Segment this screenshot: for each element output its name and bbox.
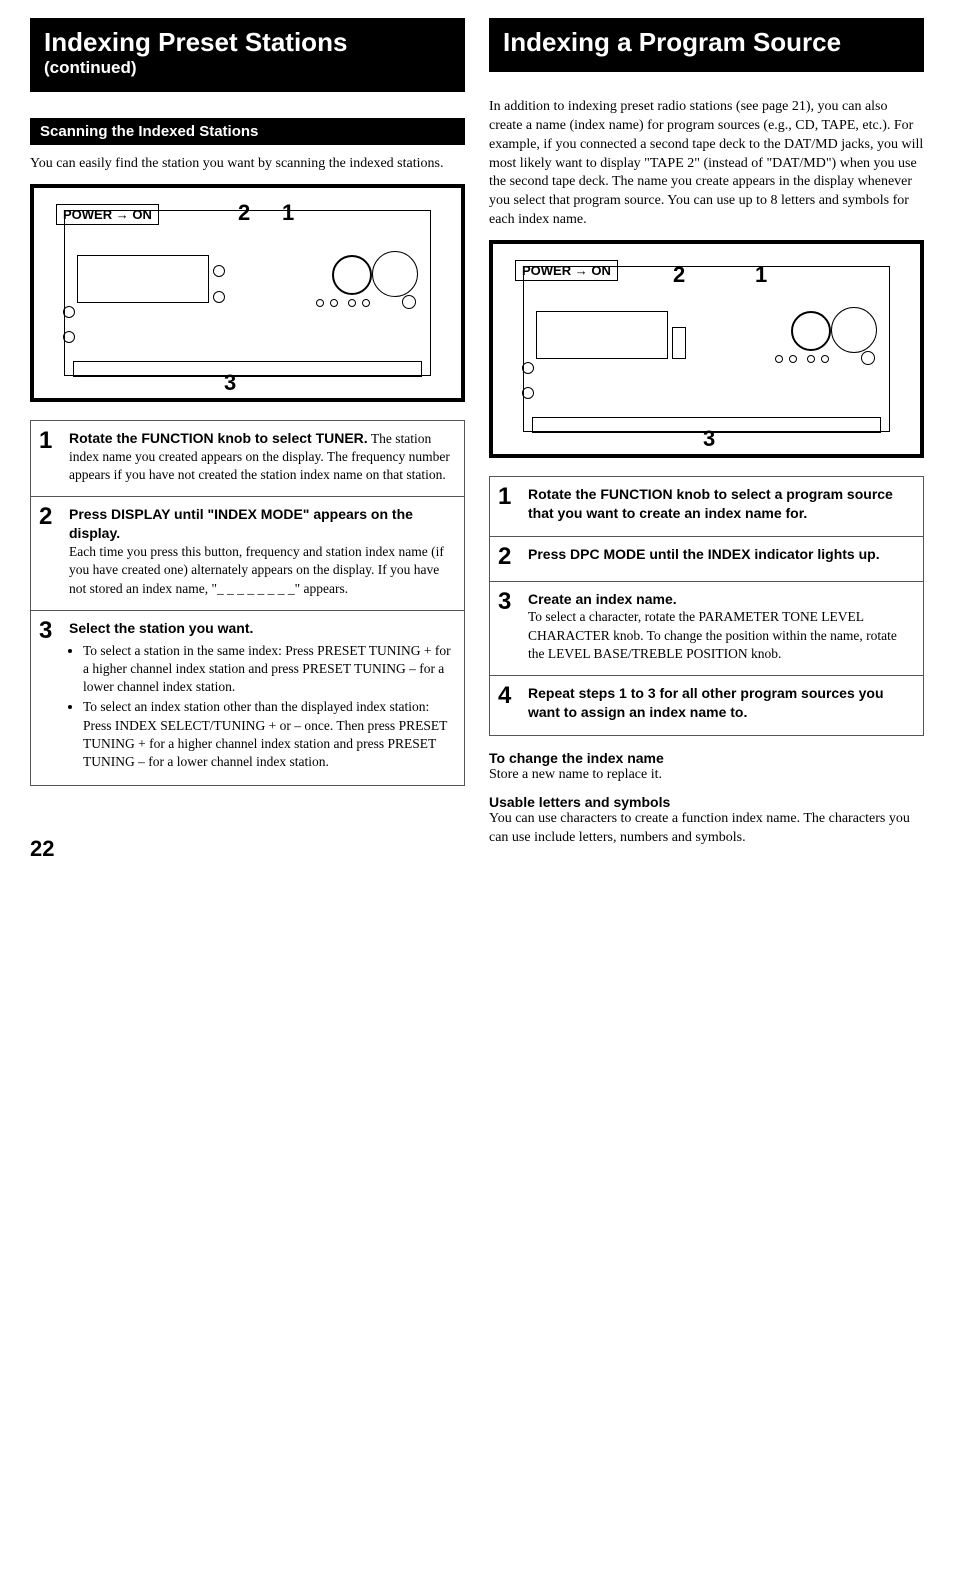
left-step-1: 1 Rotate the FUNCTION knob to select TUN… (30, 420, 465, 498)
receiver-outline (523, 266, 890, 432)
step-number: 2 (498, 545, 518, 569)
step-body: Rotate the FUNCTION knob to select TUNER… (69, 429, 456, 485)
step-lead: Press DPC MODE until the INDEX indicator… (528, 546, 880, 562)
step-number: 1 (498, 485, 518, 523)
note-usable-head: Usable letters and symbols (489, 794, 924, 810)
function-knob-icon (791, 311, 831, 351)
left-steps: 1 Rotate the FUNCTION knob to select TUN… (30, 420, 465, 787)
button-row (73, 361, 422, 377)
knob-icon (522, 387, 534, 399)
step-number: 1 (39, 429, 59, 485)
left-diagram: POWER → ON 2 1 3 (30, 184, 465, 402)
left-step-3: 3 Select the station you want. To select… (30, 611, 465, 786)
dot-icon (362, 299, 370, 307)
step-body: Rotate the FUNCTION knob to select a pro… (528, 485, 915, 523)
right-title-block: Indexing a Program Source (489, 18, 924, 72)
left-subtitle: (continued) (44, 58, 451, 78)
volume-knob-icon (372, 251, 418, 297)
dot-icon (775, 355, 783, 363)
callout-1: 1 (282, 200, 294, 226)
left-intro: You can easily find the station you want… (30, 155, 465, 174)
dot-icon (807, 355, 815, 363)
right-step-1: 1 Rotate the FUNCTION knob to select a p… (489, 476, 924, 536)
knob-icon (402, 295, 416, 309)
right-step-4: 4 Repeat steps 1 to 3 for all other prog… (489, 676, 924, 735)
knob-icon (522, 362, 534, 374)
step-lead: Press DISPLAY until "INDEX MODE" appears… (69, 505, 456, 543)
knob-icon (63, 331, 75, 343)
dot-icon (316, 299, 324, 307)
step-text: Each time you press this button, frequen… (69, 543, 456, 598)
left-step-2: 2 Press DISPLAY until "INDEX MODE" appea… (30, 497, 465, 610)
step-lead: Select the station you want. (69, 619, 456, 638)
right-intro: In addition to indexing preset radio sta… (489, 98, 924, 230)
step-lead: Rotate the FUNCTION knob to select TUNER… (69, 430, 368, 446)
bullet-item: To select a station in the same index: P… (83, 642, 456, 697)
right-step-2: 2 Press DPC MODE until the INDEX indicat… (489, 537, 924, 582)
step-number: 3 (498, 590, 518, 664)
step-number: 3 (39, 619, 59, 773)
step-lead: Create an index name. (528, 590, 915, 609)
left-title: Indexing Preset Stations (44, 28, 451, 58)
note-change-head: To change the index name (489, 750, 924, 766)
dot-icon (821, 355, 829, 363)
step-body: Create an index name. To select a charac… (528, 590, 915, 664)
step-bullets: To select a station in the same index: P… (69, 642, 456, 772)
function-knob-icon (332, 255, 372, 295)
bullet-item: To select an index station other than th… (83, 698, 456, 771)
knob-icon (213, 265, 225, 277)
right-title: Indexing a Program Source (503, 28, 910, 58)
dot-icon (348, 299, 356, 307)
dot-icon (330, 299, 338, 307)
step-number: 4 (498, 684, 518, 722)
volume-knob-icon (831, 307, 877, 353)
dot-icon (789, 355, 797, 363)
step-body: Select the station you want. To select a… (69, 619, 456, 773)
right-column: Indexing a Program Source In addition to… (489, 18, 924, 862)
step-lead: Repeat steps 1 to 3 for all other progra… (528, 685, 884, 720)
step-lead: Rotate the FUNCTION knob to select a pro… (528, 486, 893, 521)
note-change-body: Store a new name to replace it. (489, 766, 924, 785)
step-text: To select a character, rotate the PARAME… (528, 608, 915, 663)
display-panel (77, 255, 209, 303)
callout-3: 3 (224, 370, 236, 396)
right-diagram: POWER → ON 2 1 3 (489, 240, 924, 458)
left-title-block: Indexing Preset Stations (continued) (30, 18, 465, 92)
page-columns: Indexing Preset Stations (continued) Sca… (30, 18, 924, 862)
knob-icon (213, 291, 225, 303)
right-steps: 1 Rotate the FUNCTION knob to select a p… (489, 476, 924, 735)
step-body: Press DISPLAY until "INDEX MODE" appears… (69, 505, 456, 597)
step-number: 2 (39, 505, 59, 597)
note-usable-body: You can use characters to create a funct… (489, 810, 924, 848)
right-step-3: 3 Create an index name. To select a char… (489, 582, 924, 677)
callout-2: 2 (673, 262, 685, 288)
knob-icon (63, 306, 75, 318)
left-column: Indexing Preset Stations (continued) Sca… (30, 18, 465, 862)
left-subheader: Scanning the Indexed Stations (30, 118, 465, 145)
callout-2: 2 (238, 200, 250, 226)
display-panel (536, 311, 668, 359)
step-body: Repeat steps 1 to 3 for all other progra… (528, 684, 915, 722)
knob-icon (861, 351, 875, 365)
step-body: Press DPC MODE until the INDEX indicator… (528, 545, 880, 569)
page-number: 22 (30, 836, 465, 862)
callout-3: 3 (703, 426, 715, 452)
receiver-outline (64, 210, 431, 376)
callout-1: 1 (755, 262, 767, 288)
panel-icon (672, 327, 686, 359)
